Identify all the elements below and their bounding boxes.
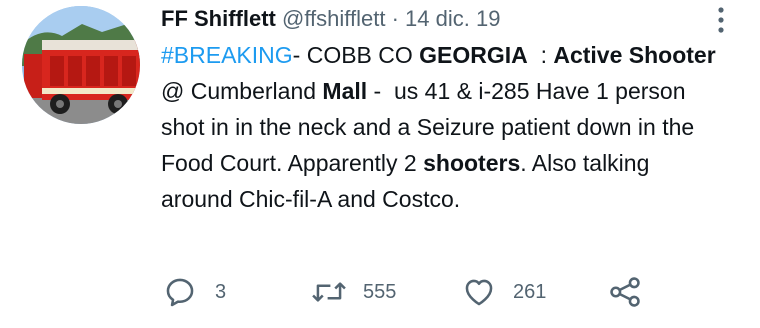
share-button[interactable]	[608, 272, 642, 312]
like-count: 261	[513, 280, 547, 303]
bold-text: shooters	[423, 150, 521, 176]
tweet-text-segment: :	[527, 42, 554, 68]
share-icon	[610, 277, 640, 307]
avatar-image	[22, 6, 140, 124]
more-dots-vertical-icon[interactable]	[716, 6, 726, 34]
tweet-text: #BREAKING- COBB CO GEORGIA : Active Shoo…	[161, 37, 721, 217]
header-separator: ·	[391, 6, 399, 31]
bold-text: Mall	[322, 78, 368, 104]
retweet-button[interactable]: 555	[311, 272, 396, 312]
reply-button[interactable]: 3	[163, 272, 226, 312]
user-handle[interactable]: @ffshifflett	[282, 6, 385, 31]
tweet-date[interactable]: 14 dic. 19	[405, 6, 500, 31]
reply-count: 3	[215, 280, 227, 303]
bold-text: Active Shooter	[553, 42, 716, 68]
reply-icon	[166, 278, 194, 307]
avatar[interactable]	[22, 6, 140, 124]
display-name[interactable]: FF Shifflett	[161, 6, 276, 31]
action-bar: 3 555 261	[161, 272, 681, 312]
retweet-icon	[312, 282, 346, 302]
heart-icon	[465, 279, 493, 306]
tweet-content: FF Shifflett @ffshifflett · 14 dic. 19 #…	[161, 4, 721, 217]
tweet-text-segment: - COBB CO	[292, 42, 420, 68]
tweet: FF Shifflett @ffshifflett · 14 dic. 19 #…	[0, 0, 760, 328]
retweet-count: 555	[363, 280, 397, 303]
hashtag-link[interactable]: #BREAKING	[161, 42, 293, 68]
like-button[interactable]: 261	[461, 272, 546, 312]
bold-text: GEORGIA	[419, 42, 528, 68]
tweet-header: FF Shifflett @ffshifflett · 14 dic. 19	[161, 4, 721, 34]
